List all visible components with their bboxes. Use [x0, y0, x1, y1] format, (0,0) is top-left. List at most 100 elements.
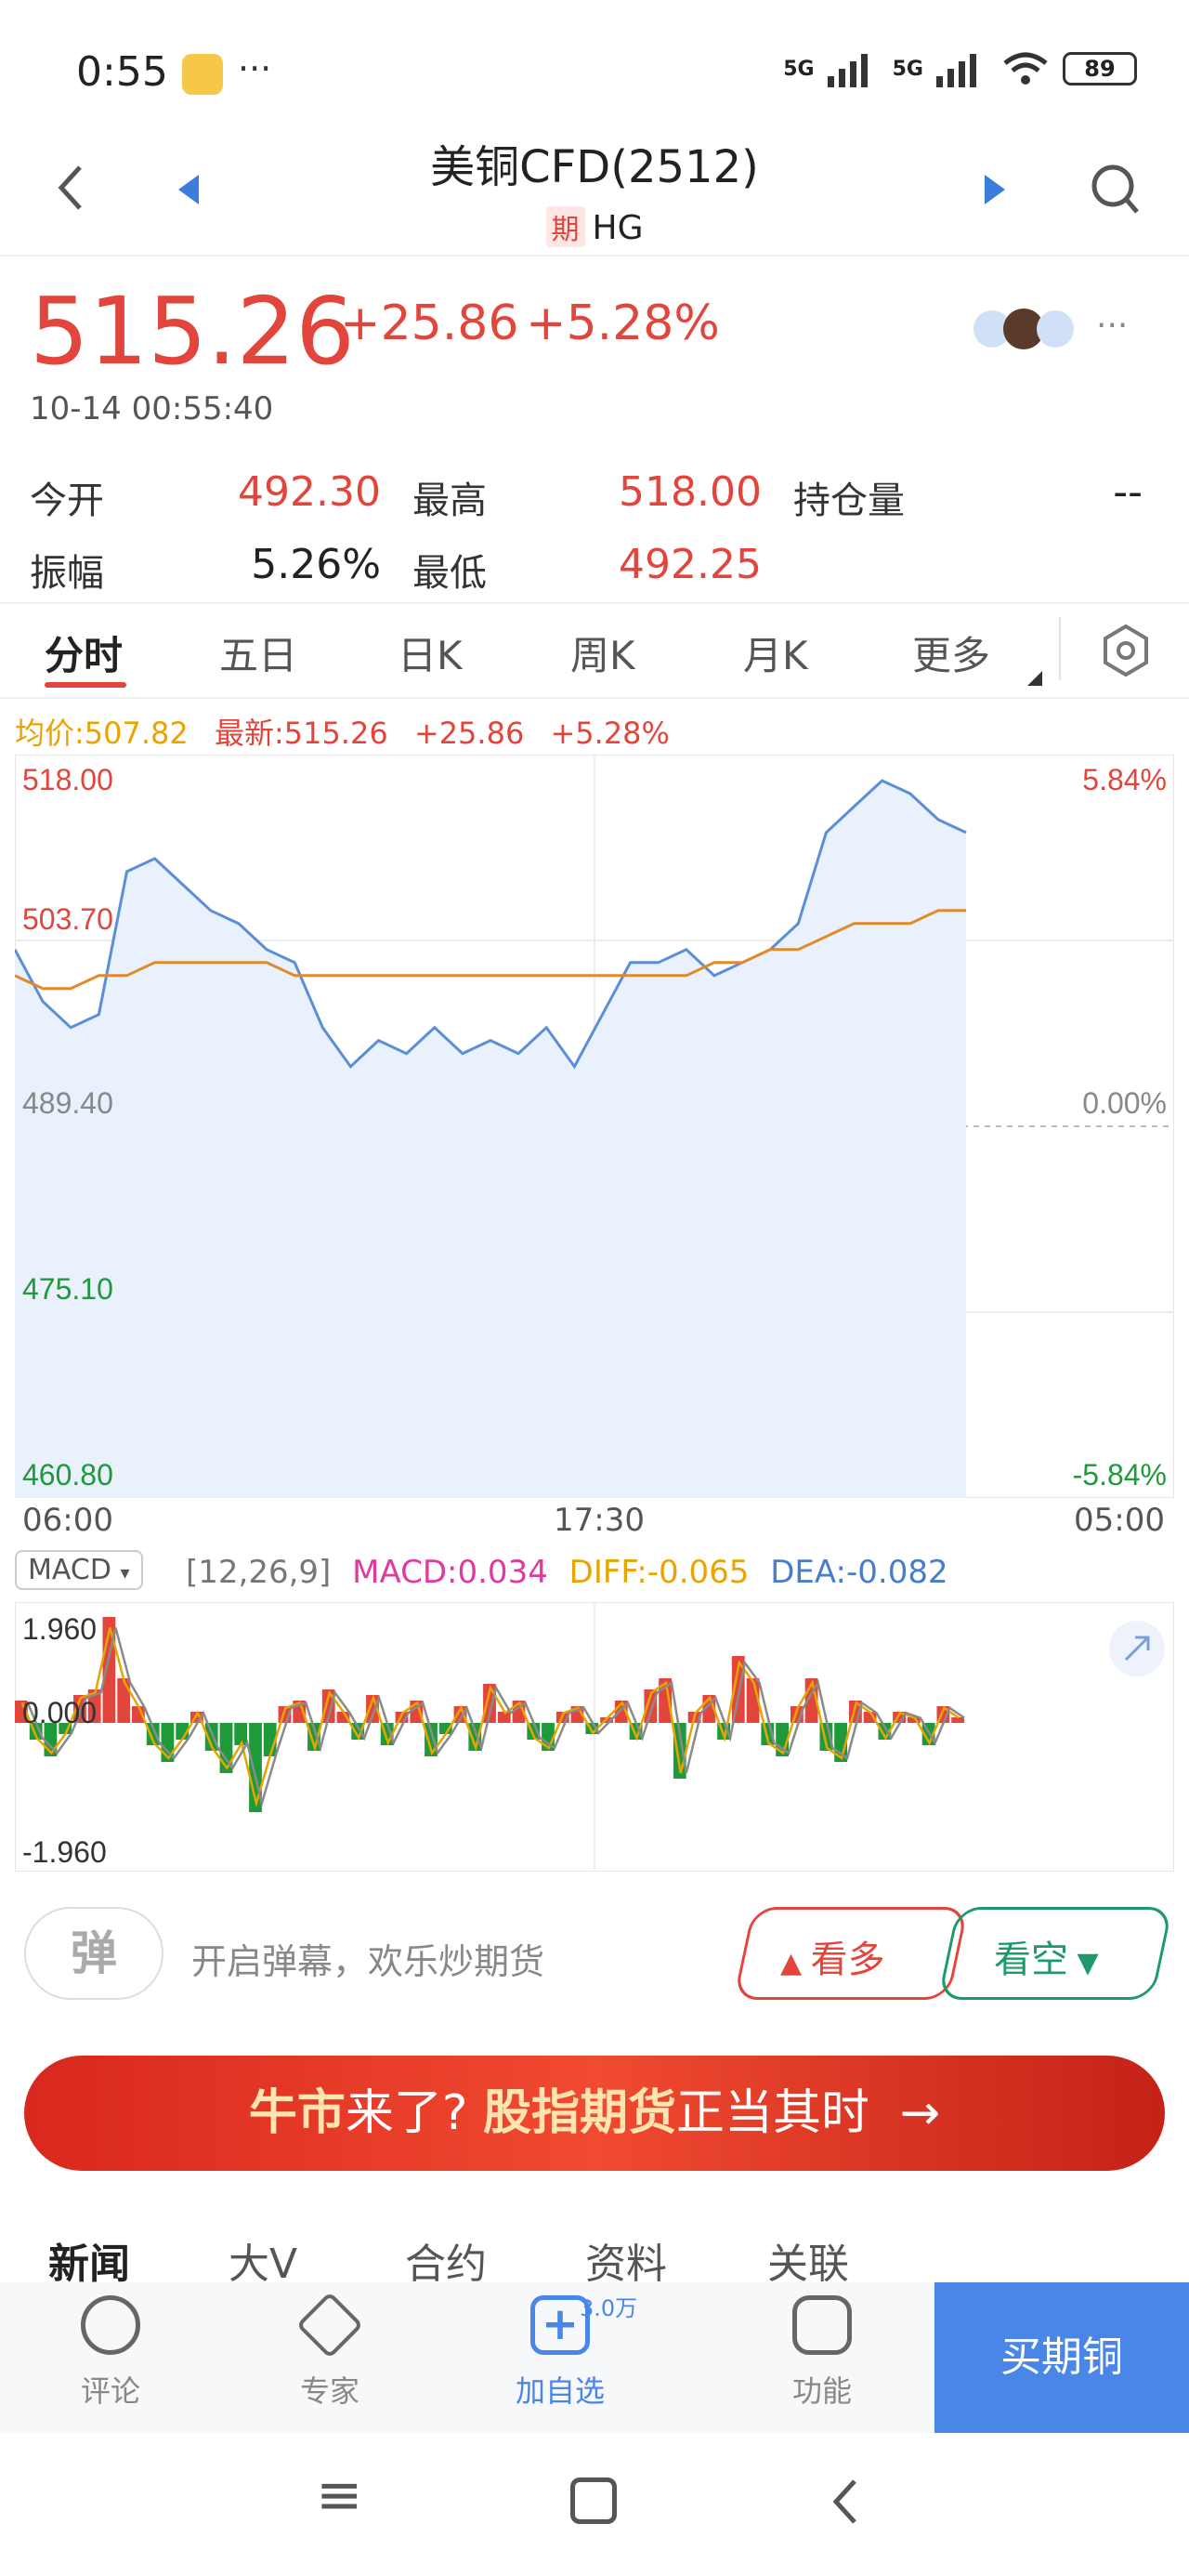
tab-active-indicator [45, 682, 126, 688]
macd-tick-1: 1.960 [22, 1612, 97, 1646]
menu-nav-icon[interactable]: ≡ [316, 2463, 362, 2528]
x-tick-3: 05:00 [1074, 1502, 1165, 1539]
signal-icon [827, 54, 868, 87]
macd-bar [234, 1723, 248, 1745]
open-interest-value: -- [1113, 468, 1143, 516]
price-area [15, 781, 966, 1498]
more-dropdown-icon [1027, 671, 1042, 686]
banner-part-3: 股指期货 [483, 2085, 677, 2141]
expert-button[interactable]: 专家 [260, 2291, 399, 2411]
macd-value: MACD:0.034 [352, 1554, 548, 1591]
bull-button[interactable]: ▲ 看多 [780, 1929, 885, 1983]
news-tab-bigv[interactable]: 大V [229, 2230, 297, 2290]
chevron-down-icon: ▾ [120, 1561, 130, 1584]
banner-part-4: 正当其时 [676, 2085, 870, 2141]
promo-banner-text[interactable]: 牛市来了? 股指期货正当其时 → [24, 2056, 1165, 2171]
bear-button[interactable]: 看空 ▼ [994, 1929, 1099, 1983]
expand-icon[interactable] [1109, 1621, 1165, 1676]
back-nav-icon[interactable] [827, 2476, 864, 2528]
macd-bar [117, 1678, 131, 1723]
x-tick-2: 17:30 [554, 1502, 645, 1539]
tab-monthly-k[interactable]: 月K [743, 624, 808, 681]
page-title: 美铜CFD(2512) [430, 141, 759, 193]
arrow-right-icon: → [899, 2085, 941, 2141]
news-tab-news[interactable]: 新闻 [48, 2230, 130, 2290]
y-tick-1: 518.00 [22, 763, 113, 796]
x-tick-1: 06:00 [22, 1502, 113, 1539]
banner-part-2: 来了? [345, 2085, 483, 2141]
pct-tick-1: 5.84% [1082, 763, 1167, 796]
pct-tick-3: -5.84% [1073, 1458, 1167, 1492]
comment-label: 评论 [80, 2373, 140, 2409]
cloud-up-icon: ▲ [780, 1947, 811, 1979]
news-tab-related[interactable]: 关联 [767, 2230, 849, 2290]
signal-icon-2 [936, 54, 976, 87]
intraday-chart[interactable]: 518.00 503.70 489.40 475.10 460.80 5.84%… [15, 755, 1174, 1498]
more-icon[interactable]: ··· [1096, 307, 1128, 345]
low-label: 最低 [412, 552, 487, 595]
bear-label: 看空 [994, 1939, 1068, 1981]
low-value: 492.25 [619, 541, 762, 588]
add-count-badge: 3.0万 [580, 2295, 638, 2321]
chart-info: 均价:507.82 最新:515.26 +25.86 +5.28% [15, 710, 670, 753]
last-price: 515.26 [30, 277, 355, 386]
watchers-avatars[interactable] [972, 305, 1074, 357]
quote-timestamp: 10-14 00:55:40 [30, 390, 274, 427]
next-contract-icon[interactable] [981, 173, 1009, 206]
bull-label: 看多 [810, 1939, 885, 1981]
high-value: 518.00 [619, 468, 762, 516]
home-nav-icon[interactable] [570, 2477, 617, 2524]
status-time: 0:55 [76, 48, 168, 96]
dea-line [26, 1627, 965, 1808]
symbol-label: HG [592, 209, 644, 247]
status-more-icon: ··· [238, 48, 272, 89]
function-button[interactable]: 功能 [752, 2295, 892, 2411]
open-interest-label: 持仓量 [793, 480, 905, 522]
indicator-select[interactable]: MACD ▾ [15, 1550, 143, 1590]
macd-tick-3: -1.960 [22, 1835, 107, 1869]
page-subtitle: 期 HG [0, 206, 1189, 247]
dea-value: DEA:-0.082 [770, 1554, 948, 1591]
macd-chart[interactable]: 1.960 0.000 -1.960 [15, 1602, 1174, 1872]
tab-daily-k[interactable]: 日K [398, 624, 463, 681]
amplitude-label: 振幅 [30, 552, 104, 595]
indicator-label: MACD [28, 1554, 111, 1586]
news-tab-info[interactable]: 资料 [585, 2230, 667, 2290]
comment-button[interactable]: 评论 [41, 2295, 180, 2411]
latest-change-pct: +5.28% [550, 716, 670, 751]
price-change: +25.86 [340, 296, 519, 351]
diff-value: DIFF:-0.065 [568, 1554, 750, 1591]
danmu-toggle-icon[interactable]: 弹 [24, 1907, 163, 2000]
menu-icon [792, 2295, 852, 2355]
y-tick-5: 460.80 [22, 1458, 113, 1492]
open-label: 今开 [30, 480, 104, 522]
buy-button[interactable]: 买期铜 [934, 2282, 1189, 2433]
open-value: 492.30 [238, 468, 381, 516]
latest-price: 最新:515.26 [214, 716, 388, 751]
macd-params: [12,26,9] [186, 1554, 332, 1591]
function-label: 功能 [791, 2373, 852, 2409]
expert-label: 专家 [299, 2373, 359, 2409]
danmu-prompt[interactable]: 开启弹幕，欢乐炒期货 [191, 1933, 544, 1984]
tab-intraday[interactable]: 分时 [45, 624, 123, 681]
y-tick-2: 503.70 [22, 902, 113, 936]
add-label: 加自选 [515, 2373, 605, 2409]
arrow-down-icon: ▼ [1068, 1947, 1099, 1979]
search-icon[interactable] [1089, 162, 1141, 217]
tab-weekly-k[interactable]: 周K [570, 624, 635, 681]
price-change-percent: +5.28% [526, 296, 720, 351]
amplitude-value: 5.26% [251, 541, 381, 588]
weibo-icon [182, 54, 223, 95]
settings-icon[interactable] [1098, 623, 1154, 678]
macd-tick-2: 0.000 [22, 1696, 97, 1729]
pct-tick-2: 0.00% [1082, 1086, 1167, 1120]
wifi-icon [1003, 52, 1048, 85]
news-tab-contract[interactable]: 合约 [405, 2230, 487, 2290]
macd-values: [12,26,9] MACD:0.034 DIFF:-0.065 DEA:-0.… [186, 1554, 948, 1591]
signal-5g-label: 5G [783, 57, 815, 81]
y-tick-3: 489.40 [22, 1086, 113, 1120]
tab-more[interactable]: 更多 [912, 624, 990, 681]
tab-five-day[interactable]: 五日 [219, 624, 297, 681]
y-tick-4: 475.10 [22, 1272, 113, 1306]
battery-indicator: 89 [1063, 52, 1137, 85]
